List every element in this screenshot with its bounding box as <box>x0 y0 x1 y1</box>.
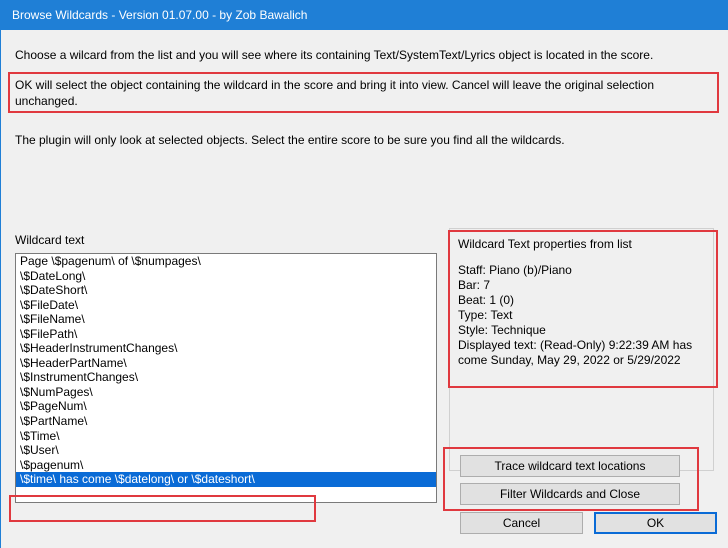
selected-item-highlight <box>9 495 316 522</box>
wildcard-list-item[interactable]: \$time\ has come \$datelong\ or \$datesh… <box>16 472 436 487</box>
wildcard-list-label: Wildcard text <box>15 233 85 247</box>
selection-info-text: The plugin will only look at selected ob… <box>15 133 565 147</box>
wildcard-list-item[interactable]: \$FileDate\ <box>16 298 436 313</box>
browse-wildcards-dialog: Browse Wildcards - Version 01.07.00 - by… <box>0 0 728 548</box>
window-border <box>0 30 1 548</box>
wildcard-list-item[interactable]: \$PageNum\ <box>16 399 436 414</box>
ok-info-highlight <box>8 72 719 113</box>
intro-text: Choose a wilcard from the list and you w… <box>15 48 654 62</box>
wildcard-list-item[interactable]: \$User\ <box>16 443 436 458</box>
properties-highlight <box>448 230 718 388</box>
wildcard-list-item[interactable]: \$FileName\ <box>16 312 436 327</box>
wildcard-list-item[interactable]: \$FilePath\ <box>16 327 436 342</box>
wildcard-list-item[interactable]: \$Time\ <box>16 429 436 444</box>
wildcard-list-item[interactable]: Page \$pagenum\ of \$numpages\ <box>16 254 436 269</box>
ok-button[interactable]: OK <box>594 512 717 534</box>
wildcard-list-item[interactable]: \$PartName\ <box>16 414 436 429</box>
buttons-highlight <box>443 447 699 511</box>
wildcard-list-item[interactable]: \$HeaderInstrumentChanges\ <box>16 341 436 356</box>
wildcard-list-item[interactable]: \$HeaderPartName\ <box>16 356 436 371</box>
wildcard-list-item[interactable]: \$InstrumentChanges\ <box>16 370 436 385</box>
wildcard-list-item[interactable]: \$DateShort\ <box>16 283 436 298</box>
cancel-button[interactable]: Cancel <box>460 512 583 534</box>
wildcard-listbox[interactable]: Page \$pagenum\ of \$numpages\ \$DateLong… <box>15 253 437 503</box>
wildcard-list-item[interactable]: \$DateLong\ <box>16 269 436 284</box>
wildcard-list-item[interactable]: \$pagenum\ <box>16 458 436 473</box>
wildcard-list-item[interactable]: \$NumPages\ <box>16 385 436 400</box>
window-title: Browse Wildcards - Version 01.07.00 - by… <box>0 0 728 30</box>
